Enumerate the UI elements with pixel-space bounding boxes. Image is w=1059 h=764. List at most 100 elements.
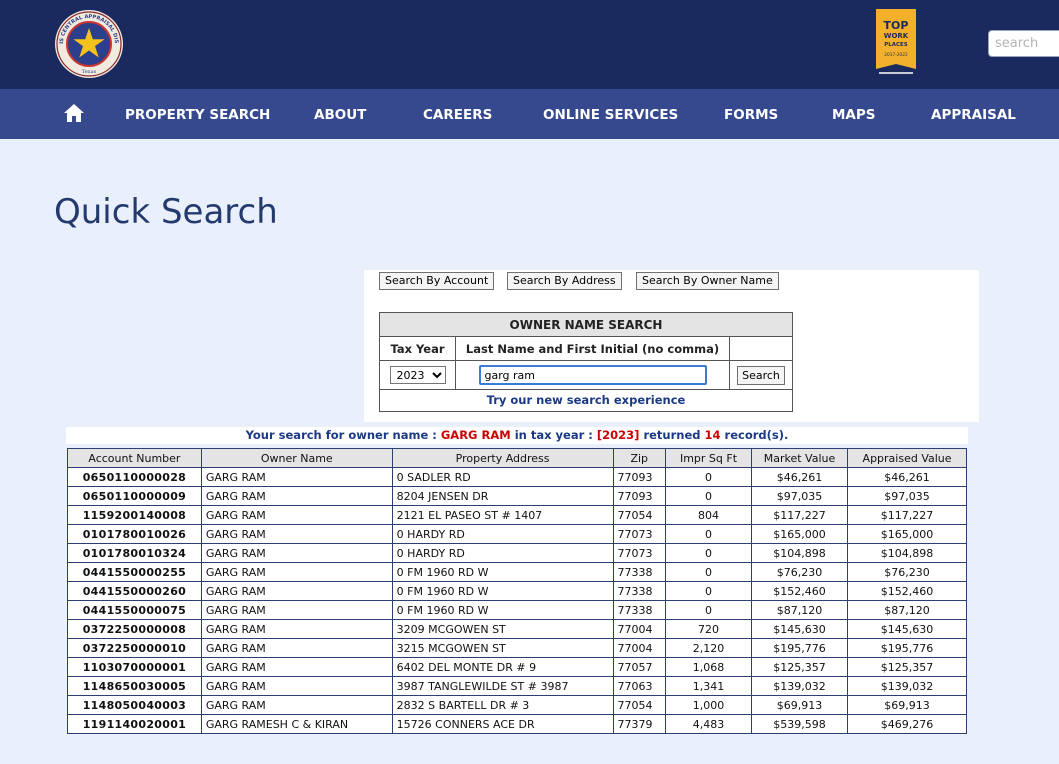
impr-sqft-cell: 0 xyxy=(665,467,752,487)
site-search-input[interactable] xyxy=(988,30,1059,57)
account-number-link[interactable]: 1191140020001 xyxy=(67,714,202,734)
home-icon[interactable] xyxy=(63,103,85,123)
owner-name-cell: GARG RAM xyxy=(200,657,393,677)
account-number-link[interactable]: 0101780010026 xyxy=(67,524,202,544)
impr-sqft-cell: 0 xyxy=(665,486,752,506)
account-number-link[interactable]: 1103070000001 xyxy=(67,657,202,677)
owner-search-title: OWNER NAME SEARCH xyxy=(379,311,793,338)
market-value-cell: $87,120 xyxy=(750,600,849,620)
owner-name-cell: GARG RAM xyxy=(200,543,393,563)
owner-name-cell: GARG RAM xyxy=(200,562,393,582)
col-market-value[interactable]: Market Value xyxy=(750,448,849,468)
property-address-cell: 0 FM 1960 RD W xyxy=(391,581,614,601)
summary-owner: GARG RAM xyxy=(440,428,511,442)
appraised-value-cell: $152,460 xyxy=(847,581,967,601)
market-value-cell: $195,776 xyxy=(750,638,849,658)
results-table: Account Number Owner Name Property Addre… xyxy=(67,448,967,734)
impr-sqft-cell: 804 xyxy=(665,505,752,525)
account-number-link[interactable]: 0441550000260 xyxy=(67,581,202,601)
nav-online-services[interactable]: ONLINE SERVICES xyxy=(543,106,678,124)
tax-year-header: Tax Year xyxy=(379,336,456,362)
property-address-cell: 2832 S BARTELL DR # 3 xyxy=(391,695,614,715)
appraised-value-cell: $87,120 xyxy=(847,600,967,620)
appraised-value-cell: $145,630 xyxy=(847,619,967,639)
property-address-cell: 0 FM 1960 RD W xyxy=(391,562,614,582)
hcad-seal-logo[interactable]: HARRIS CENTRAL APPRAISAL DISTRICT Texas xyxy=(54,9,124,79)
search-by-owner-name-button[interactable]: Search By Owner Name xyxy=(636,272,779,290)
search-button-cell: Search xyxy=(729,360,793,390)
table-row: 1103070000001 GARG RAM 6402 DEL MONTE DR #… xyxy=(67,657,967,677)
owner-search-button[interactable]: Search xyxy=(737,365,785,385)
nav-careers[interactable]: CAREERS xyxy=(423,106,492,124)
market-value-cell: $145,630 xyxy=(750,619,849,639)
owner-name-cell: GARG RAMESH C & KIRAN xyxy=(200,714,393,734)
search-by-account-button[interactable]: Search By Account xyxy=(379,272,495,290)
property-address-cell: 3215 MCGOWEN ST xyxy=(391,638,614,658)
impr-sqft-cell: 2,120 xyxy=(665,638,752,658)
new-search-experience-link[interactable]: Try our new search experience xyxy=(487,393,686,407)
appraised-value-cell: $69,913 xyxy=(847,695,967,715)
impr-sqft-cell: 1,068 xyxy=(665,657,752,677)
owner-name-input[interactable] xyxy=(478,365,707,386)
account-number-link[interactable]: 1148650030005 xyxy=(67,676,202,696)
col-impr-sq-ft[interactable]: Impr Sq Ft xyxy=(665,448,752,468)
account-number-link[interactable]: 0441550000255 xyxy=(67,562,202,582)
impr-sqft-cell: 0 xyxy=(665,600,752,620)
nav-forms[interactable]: FORMS xyxy=(724,106,778,124)
market-value-cell: $125,357 xyxy=(750,657,849,677)
col-zip[interactable]: Zip xyxy=(612,448,667,468)
col-property-address[interactable]: Property Address xyxy=(391,448,614,468)
property-address-cell: 0 SADLER RD xyxy=(391,467,614,487)
name-header: Last Name and First Initial (no comma) xyxy=(455,336,730,362)
appraised-value-cell: $139,032 xyxy=(847,676,967,696)
zip-cell: 77054 xyxy=(612,695,667,715)
property-address-cell: 0 HARDY RD xyxy=(391,543,614,563)
table-row: 0650110000028 GARG RAM 0 SADLER RD 77093 0 $4… xyxy=(67,467,967,487)
owner-name-cell: GARG RAM xyxy=(200,619,393,639)
impr-sqft-cell: 1,000 xyxy=(665,695,752,715)
table-row: 0101780010324 GARG RAM 0 HARDY RD 77073 0 $10… xyxy=(67,543,967,563)
nav-maps[interactable]: MAPS xyxy=(832,106,876,124)
table-row: 0372250000010 GARG RAM 3215 MCGOWEN ST 7700… xyxy=(67,638,967,658)
name-input-cell xyxy=(455,360,730,390)
zip-cell: 77338 xyxy=(612,581,667,601)
seal-bottom-text: Texas xyxy=(82,69,97,75)
market-value-cell: $139,032 xyxy=(750,676,849,696)
account-number-link[interactable]: 0650110000009 xyxy=(67,486,202,506)
table-row: 0650110000009 GARG RAM 8204 JENSEN DR 77093… xyxy=(67,486,967,506)
account-number-link[interactable]: 0101780010324 xyxy=(67,543,202,563)
zip-cell: 77338 xyxy=(612,562,667,582)
summary-prefix: Your search for owner name : xyxy=(245,428,437,442)
owner-name-cell: GARG RAM xyxy=(200,524,393,544)
impr-sqft-cell: 1,341 xyxy=(665,676,752,696)
col-account-number[interactable]: Account Number xyxy=(67,448,202,468)
appraised-value-cell: $469,276 xyxy=(847,714,967,734)
appraised-value-cell: $165,000 xyxy=(847,524,967,544)
impr-sqft-cell: 720 xyxy=(665,619,752,639)
account-number-link[interactable]: 1148050040003 xyxy=(67,695,202,715)
summary-suffix: record(s). xyxy=(724,428,789,442)
impr-sqft-cell: 0 xyxy=(665,543,752,563)
account-number-link[interactable]: 0372250000008 xyxy=(67,619,202,639)
table-row: 0101780010026 GARG RAM 0 HARDY RD 77073 0 $16… xyxy=(67,524,967,544)
tax-year-select[interactable]: 2023 xyxy=(389,366,446,385)
results-summary: Your search for owner name : GARG RAM in… xyxy=(66,427,968,444)
account-number-link[interactable]: 0441550000075 xyxy=(67,600,202,620)
market-value-cell: $97,035 xyxy=(750,486,849,506)
account-number-link[interactable]: 0372250000010 xyxy=(67,638,202,658)
svg-text:TOP: TOP xyxy=(884,19,909,32)
owner-name-cell: GARG RAM xyxy=(200,600,393,620)
account-number-link[interactable]: 1159200140008 xyxy=(67,505,202,525)
col-appraised-value[interactable]: Appraised Value xyxy=(847,448,967,468)
market-value-cell: $76,230 xyxy=(750,562,849,582)
nav-appraisal[interactable]: APPRAISAL xyxy=(931,106,1016,124)
account-number-link[interactable]: 0650110000028 xyxy=(67,467,202,487)
search-by-address-button[interactable]: Search By Address xyxy=(507,272,622,290)
property-address-cell: 3987 TANGLEWILDE ST # 3987 xyxy=(391,676,614,696)
property-address-cell: 3209 MCGOWEN ST xyxy=(391,619,614,639)
owner-name-cell: GARG RAM xyxy=(200,505,393,525)
top-workplaces-badge: TOP WORK PLACES 2017-2022 xyxy=(876,9,916,74)
nav-property-search[interactable]: PROPERTY SEARCH xyxy=(125,106,270,124)
nav-about[interactable]: ABOUT xyxy=(314,106,366,124)
col-owner-name[interactable]: Owner Name xyxy=(200,448,393,468)
